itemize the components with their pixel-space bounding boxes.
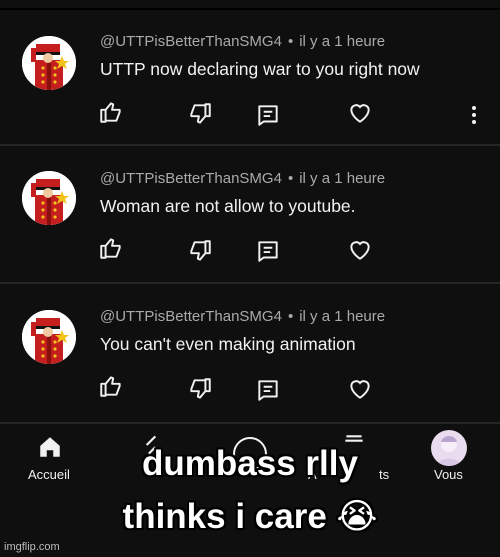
comment-author[interactable]: @UTTPisBetterThanSMG4 (100, 33, 282, 50)
reply-icon[interactable] (255, 238, 281, 264)
heart-icon[interactable] (347, 237, 373, 263)
divider (0, 144, 500, 146)
reply-icon[interactable] (255, 102, 281, 128)
avatar[interactable] (22, 171, 76, 225)
comment-time: il y a 1 heure (299, 308, 386, 325)
thumbs-down-icon[interactable] (187, 101, 213, 127)
meta-separator: • (287, 33, 294, 50)
thumbs-up-icon[interactable] (98, 235, 124, 261)
comment-meta: @UTTPisBetterThanSMG4 • il y a 1 heure (100, 33, 385, 50)
meme-caption-line-1: dumbass rlly (142, 444, 358, 483)
comment-author[interactable]: @UTTPisBetterThanSMG4 (100, 170, 282, 187)
comment-text: Woman are not allow to youtube. (100, 196, 356, 216)
more-vertical-icon[interactable] (466, 106, 482, 126)
heart-icon[interactable] (347, 100, 373, 126)
comment-author[interactable]: @UTTPisBetterThanSMG4 (100, 308, 282, 325)
thumbs-down-icon[interactable] (187, 376, 213, 402)
thumbs-up-icon[interactable] (98, 99, 124, 125)
avatar[interactable] (22, 36, 76, 90)
comment-meta: @UTTPisBetterThanSMG4 • il y a 1 heure (100, 308, 385, 325)
thumbs-down-icon[interactable] (187, 238, 213, 264)
watermark: imgflip.com (4, 541, 60, 553)
comment-text: UTTP now declaring war to you right now (100, 59, 420, 79)
comment-meta: @UTTPisBetterThanSMG4 • il y a 1 heure (100, 170, 385, 187)
meme-caption-line-2: thinks i care 😭 (122, 497, 378, 536)
comment-time: il y a 1 heure (299, 33, 386, 50)
heart-icon[interactable] (347, 376, 373, 402)
reply-icon[interactable] (255, 377, 281, 403)
meta-separator: • (287, 170, 294, 187)
divider (0, 282, 500, 284)
comment-text: You can't even making animation (100, 334, 356, 354)
top-strip (0, 0, 500, 8)
thumbs-up-icon[interactable] (98, 373, 124, 399)
avatar[interactable] (22, 310, 76, 364)
meta-separator: • (287, 308, 294, 325)
comment-time: il y a 1 heure (299, 170, 386, 187)
